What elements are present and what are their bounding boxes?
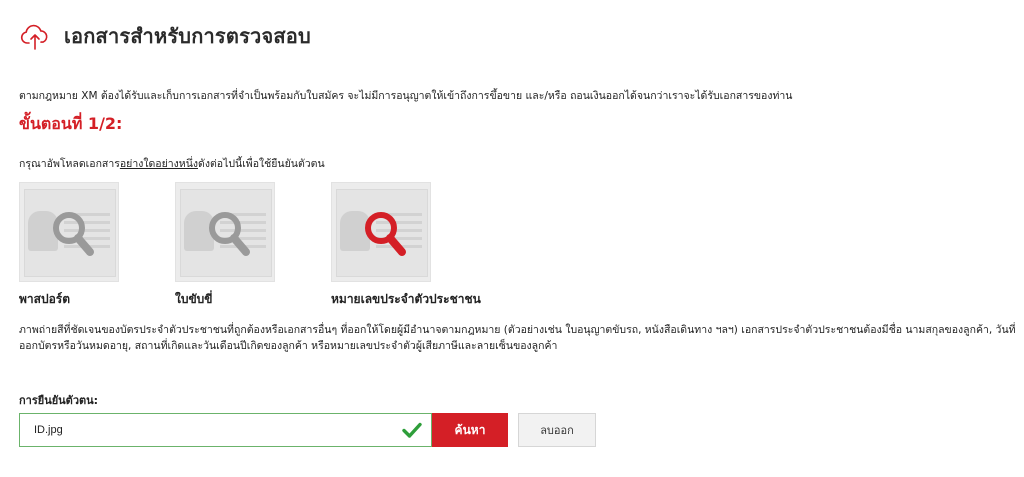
remove-button[interactable]: ลบออก — [518, 413, 596, 447]
step-title: ขั้นตอนที่ 1/2: — [19, 114, 123, 133]
document-option-driving-license[interactable]: ใบขับขี่ — [175, 182, 331, 309]
document-label: หมายเลขประจำตัวประชาชน — [331, 292, 481, 306]
document-option-national-id[interactable]: หมายเลขประจำตัวประชาชน — [331, 182, 487, 309]
cloud-upload-icon — [20, 24, 48, 50]
intro-text: ตามกฎหมาย XM ต้องได้รับและเก็บการเอกสารท… — [19, 90, 793, 102]
check-icon — [402, 422, 422, 438]
file-name-input[interactable] — [20, 414, 401, 446]
document-thumbnail[interactable] — [19, 182, 119, 282]
page-title: เอกสารสำหรับการตรวจสอบ — [64, 24, 311, 48]
document-label: ใบขับขี่ — [175, 292, 213, 306]
search-icon — [365, 212, 406, 256]
instruction-before: กรุณาอัพโหลดเอกสาร — [19, 158, 120, 170]
document-options: พาสปอร์ต ใบขับขี่ หมายเลขประจำตัวประชาชน — [19, 182, 487, 309]
instruction-after: ดังต่อไปนี้เพื่อใช้ยืนยันตัวตน — [198, 158, 325, 170]
document-thumbnail[interactable] — [331, 182, 431, 282]
document-thumbnail[interactable] — [175, 182, 275, 282]
requirements-description: ภาพถ่ายสีที่ชัดเจนของบัตรประจำตัวประชาชน… — [19, 324, 1016, 352]
verification-label: การยืนยันตัวตน: — [19, 394, 99, 407]
page-header: เอกสารสำหรับการตรวจสอบ — [20, 20, 311, 52]
document-label: พาสปอร์ต — [19, 292, 71, 306]
instruction-text: กรุณาอัพโหลดเอกสารอย่างใดอย่างหนึ่งดังต่… — [19, 155, 325, 172]
search-icon — [209, 212, 250, 256]
search-icon — [53, 212, 94, 256]
file-field[interactable] — [19, 413, 432, 447]
browse-button[interactable]: ค้นหา — [432, 413, 508, 447]
document-option-passport[interactable]: พาสปอร์ต — [19, 182, 175, 309]
instruction-underlined: อย่างใดอย่างหนึ่ง — [119, 158, 199, 170]
